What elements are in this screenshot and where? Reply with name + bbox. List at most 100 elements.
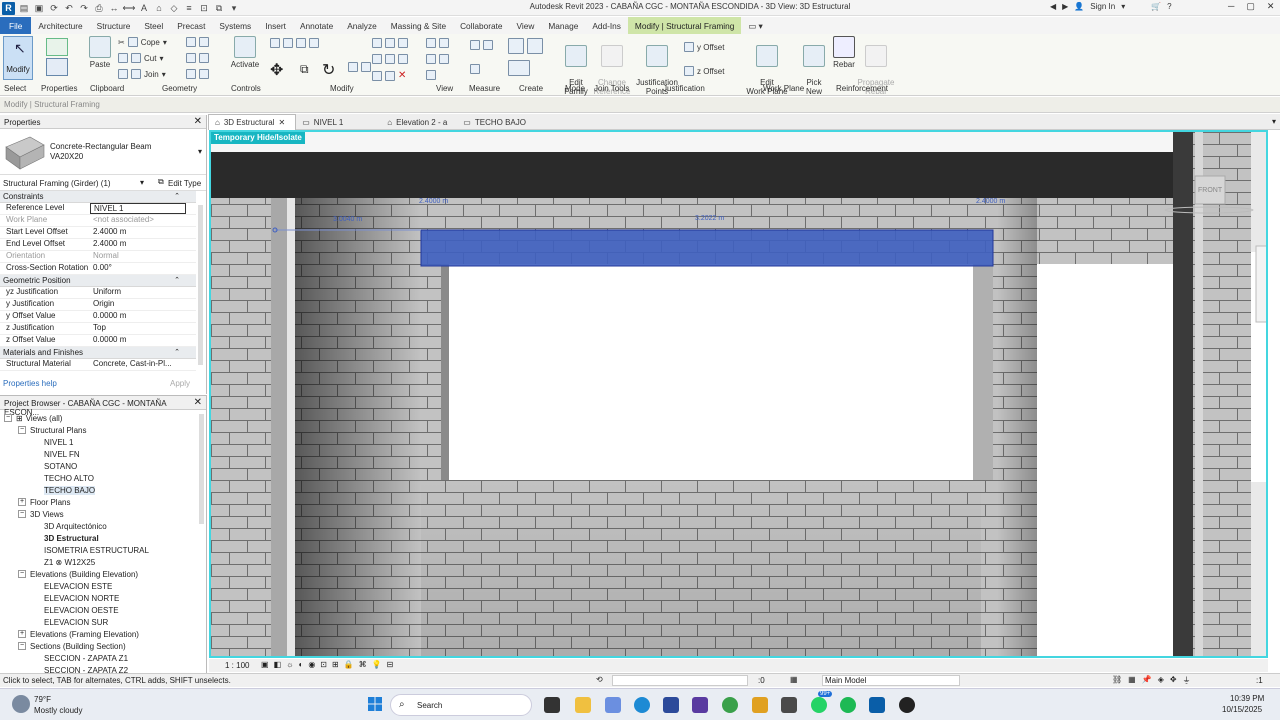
- tab-massing-site[interactable]: Massing & Site: [384, 17, 453, 34]
- collapse-icon[interactable]: −: [18, 642, 26, 650]
- undo-icon[interactable]: ↶: [63, 2, 75, 14]
- tree-item[interactable]: SOTANO: [0, 460, 206, 472]
- task-view-icon[interactable]: [544, 697, 560, 713]
- properties-palette-icon[interactable]: [46, 58, 68, 76]
- whatsapp-icon[interactable]: [811, 697, 827, 713]
- tab-view[interactable]: View: [510, 17, 542, 34]
- view-tab-elevation[interactable]: ⌂ Elevation 2 - a: [381, 114, 457, 130]
- collapse-icon[interactable]: ⌃: [174, 348, 180, 356]
- type-properties-icon[interactable]: [46, 38, 68, 56]
- 3d-model-canvas[interactable]: [211, 132, 1268, 658]
- app-icon-2[interactable]: [752, 697, 768, 713]
- tree-item[interactable]: NIVEL FN: [0, 448, 206, 460]
- text-icon[interactable]: A: [138, 2, 150, 14]
- reveal-hidden-icon[interactable]: 💡: [372, 660, 382, 669]
- type-selector[interactable]: Concrete-Rectangular Beam VA20X20 ▾: [0, 129, 206, 175]
- tab-overflow-icon[interactable]: ▾: [1268, 114, 1280, 129]
- navigation-bar[interactable]: [1255, 245, 1268, 323]
- worksharing-icon[interactable]: ⊟: [387, 660, 394, 669]
- clock-date[interactable]: 10/15/2025: [1222, 705, 1262, 714]
- shadows-icon[interactable]: ◐: [298, 660, 303, 669]
- customize-qat-icon[interactable]: ▾: [228, 2, 240, 14]
- group-icon[interactable]: [398, 54, 408, 64]
- view-tab-techo-bajo[interactable]: ▭ TECHO BAJO: [457, 114, 536, 130]
- property-value[interactable]: 2.4000 m: [90, 227, 186, 238]
- tree-folder[interactable]: − Sections (Building Section): [0, 640, 206, 652]
- visual-style-icon[interactable]: ◧: [274, 660, 282, 669]
- view-tab-nivel-1[interactable]: ▭ NIVEL 1: [296, 114, 353, 130]
- trim-icon[interactable]: [348, 62, 358, 72]
- tab-systems[interactable]: Systems: [212, 17, 258, 34]
- redo-icon[interactable]: ↷: [78, 2, 90, 14]
- split-face-icon[interactable]: [199, 37, 209, 47]
- view-tab-3d-estructural[interactable]: ⌂ 3D Estructural ✕: [208, 114, 297, 130]
- cart-icon[interactable]: 🛒: [1151, 2, 1161, 11]
- workset-dropdown[interactable]: [612, 675, 748, 686]
- crop-view-icon[interactable]: ⊡: [320, 660, 327, 669]
- demolish-icon[interactable]: [199, 53, 209, 63]
- dimension-label[interactable]: 2.4000 m: [976, 198, 1005, 205]
- tree-item[interactable]: ELEVACION SUR: [0, 616, 206, 628]
- help-icon[interactable]: ?: [1167, 2, 1171, 11]
- selected-beam[interactable]: [420, 229, 994, 267]
- join-row[interactable]: Join ▾: [118, 69, 166, 79]
- revit-taskbar-icon[interactable]: [869, 697, 885, 713]
- save-icon[interactable]: ▣: [33, 2, 45, 14]
- close-hidden-icon[interactable]: ⊡: [198, 2, 210, 14]
- user-icon[interactable]: 👤: [1074, 2, 1084, 11]
- property-value[interactable]: 2.4000 m: [90, 239, 186, 250]
- property-value[interactable]: NIVEL 1: [90, 203, 186, 214]
- thin-lines-icon[interactable]: ≡: [183, 2, 195, 14]
- minimize-button[interactable]: ─: [1228, 1, 1234, 12]
- 3d-view-icon[interactable]: ⌂: [153, 2, 165, 14]
- property-section-header[interactable]: Geometric Position ⌃: [0, 275, 196, 287]
- select-links-icon[interactable]: ⛓: [1112, 675, 1122, 686]
- browser-scrollbar[interactable]: [199, 414, 204, 524]
- delete-icon[interactable]: ✕: [398, 70, 406, 81]
- remove-paint-icon[interactable]: [199, 69, 209, 79]
- maximize-button[interactable]: ▢: [1246, 1, 1255, 12]
- edit-type-button[interactable]: Edit Type: [168, 179, 201, 188]
- dimension-label[interactable]: 2.4000 m: [419, 198, 448, 205]
- app-icon-4[interactable]: [899, 697, 915, 713]
- revit-logo-icon[interactable]: R: [2, 1, 15, 15]
- mirror-axis-icon[interactable]: [296, 38, 306, 48]
- split-gap-icon[interactable]: [385, 70, 395, 81]
- render-icon[interactable]: ◉: [308, 660, 315, 669]
- viewcube-face-label[interactable]: FRONT: [1198, 187, 1222, 194]
- unpin-icon[interactable]: [372, 54, 382, 64]
- pin-icon[interactable]: [398, 38, 408, 48]
- collapse-icon[interactable]: ⌃: [174, 192, 180, 200]
- dimension-icon[interactable]: ⟷: [123, 2, 136, 14]
- tree-item[interactable]: ELEVACION ESTE: [0, 580, 206, 592]
- weather-icon[interactable]: [12, 695, 30, 713]
- paste-button[interactable]: Paste: [80, 36, 120, 69]
- tree-folder[interactable]: − ⊞ Views (all): [0, 412, 206, 424]
- wall-joins-icon[interactable]: [186, 37, 196, 47]
- tree-item[interactable]: 3D Estructural: [0, 532, 206, 544]
- measure-between-icon[interactable]: [470, 40, 480, 50]
- tab-precast[interactable]: Precast: [170, 17, 212, 34]
- store-icon[interactable]: [663, 697, 679, 713]
- photos-icon[interactable]: [605, 697, 621, 713]
- forward-icon[interactable]: ▶: [1062, 2, 1068, 11]
- expand-icon[interactable]: +: [18, 498, 26, 506]
- section-icon[interactable]: ◇: [168, 2, 180, 14]
- align-icon[interactable]: [270, 38, 280, 48]
- z-offset-button[interactable]: z Offset: [684, 66, 724, 76]
- property-section-header[interactable]: Constraints ⌃: [0, 191, 196, 203]
- hide-in-view-icon[interactable]: [426, 38, 436, 48]
- close-icon[interactable]: ✕: [194, 397, 202, 408]
- spotify-icon[interactable]: [840, 697, 856, 713]
- sun-path-icon[interactable]: ☼: [286, 660, 293, 669]
- filter-dropdown-icon[interactable]: ▾: [140, 178, 144, 187]
- chrome-icon[interactable]: [722, 697, 738, 713]
- show-crop-icon[interactable]: ⊞: [332, 660, 339, 669]
- tab-add-ins[interactable]: Add-Ins: [585, 17, 628, 34]
- rotate-icon[interactable]: ↻: [322, 60, 335, 80]
- sign-in-link[interactable]: Sign In: [1090, 2, 1115, 11]
- property-value[interactable]: Origin: [90, 299, 186, 310]
- lock-icon[interactable]: [385, 54, 395, 64]
- taskbar-search[interactable]: ⌕ Search: [390, 694, 532, 716]
- properties-help-link[interactable]: Properties help: [3, 379, 57, 388]
